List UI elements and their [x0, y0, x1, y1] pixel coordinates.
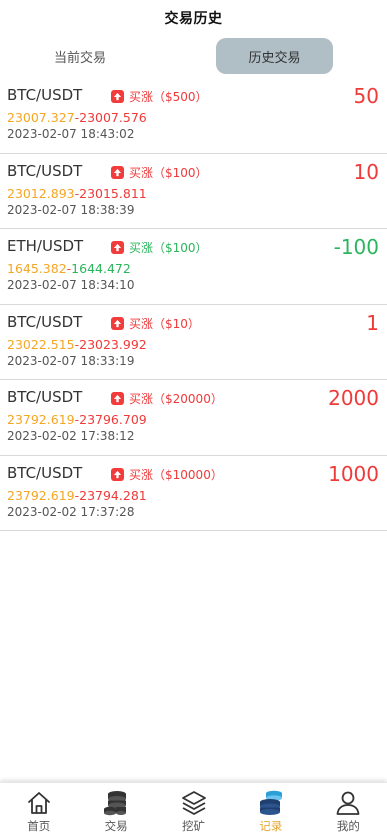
open-price: 23792.619 [7, 487, 75, 503]
page-title: 交易历史 [164, 11, 223, 27]
stake-label: （$100） [153, 241, 208, 255]
trade-row[interactable]: BTC/USDT 买涨 （$500） 50 23007.327-23007.576… [0, 78, 387, 154]
nav-label: 我的 [336, 819, 360, 833]
trade-time: 2023-02-07 18:43:02 [7, 127, 135, 141]
nav-label: 交易 [104, 819, 128, 833]
close-price: 23796.709 [79, 412, 147, 427]
up-arrow-icon [111, 90, 124, 103]
nav-mining[interactable]: 挖矿 [155, 783, 232, 837]
stake-label: （$10） [153, 316, 200, 331]
up-arrow-icon [111, 316, 124, 330]
trade-time: 2023-02-02 17:37:28 [7, 504, 135, 519]
records-icon [257, 789, 285, 817]
trade-row[interactable]: ETH/USDT 买涨 （$100） -100 1645.382-1644.472… [0, 229, 387, 305]
direction-badge: 买涨 （$20000） [111, 390, 223, 407]
direction-badge: 买涨 （$10） [111, 315, 200, 332]
direction-badge: 买涨 （$10000） [111, 466, 223, 483]
price-range: 23007.327-23007.576 [7, 110, 147, 125]
trade-time: 2023-02-02 17:38:12 [7, 429, 135, 443]
close-price: 23023.992 [79, 336, 147, 352]
price-range: 23792.619-23794.281 [7, 488, 147, 503]
trade-row[interactable]: BTC/USDT 买涨 （$10000） 1000 23792.619-23794… [0, 456, 387, 531]
direction-badge: 买涨 （$500） [111, 88, 208, 105]
profit-amount: 2000 [328, 386, 379, 410]
up-arrow-icon [111, 165, 124, 179]
stake-label: （$100） [153, 165, 208, 180]
open-price: 23022.515 [7, 336, 75, 352]
bottom-nav: 首页 交易 挖矿 记录 我的 [0, 782, 387, 837]
trade-time: 2023-02-07 18:34:10 [7, 278, 135, 292]
trade-pair: BTC/USDT [7, 463, 83, 482]
open-price: 23007.327 [7, 110, 75, 125]
up-arrow-icon [111, 392, 124, 405]
stake-label: （$10000） [153, 467, 223, 482]
price-range: 23022.515-23023.992 [7, 337, 147, 352]
close-price: 23007.576 [79, 110, 147, 125]
profit-amount: 10 [353, 159, 379, 184]
coins-icon [102, 789, 130, 817]
stake-label: （$20000） [153, 392, 223, 406]
open-price: 23012.893 [7, 185, 75, 201]
trade-pair: BTC/USDT [7, 388, 83, 406]
nav-label: 首页 [27, 819, 51, 833]
page-header: 交易历史 [0, 0, 387, 36]
direction-badge: 买涨 （$100） [111, 164, 208, 181]
nav-records[interactable]: 记录 [232, 783, 309, 837]
close-price: 23015.811 [79, 185, 147, 201]
tab-bar: 当前交易 历史交易 [0, 36, 387, 76]
up-arrow-icon [111, 467, 124, 481]
trade-pair: BTC/USDT [7, 312, 83, 331]
trade-pair: ETH/USDT [7, 237, 84, 255]
tab-history-trades[interactable]: 历史交易 [216, 38, 333, 74]
close-price: 1644.472 [71, 261, 131, 276]
open-price: 1645.382 [7, 261, 67, 276]
trade-list: BTC/USDT 买涨 （$500） 50 23007.327-23007.576… [0, 78, 387, 531]
trade-row[interactable]: BTC/USDT 买涨 （$10） 1 23022.515-23023.992 2… [0, 305, 387, 380]
profit-amount: -100 [333, 235, 379, 259]
home-icon [26, 789, 52, 817]
direction-label: 买涨 [129, 165, 154, 180]
price-range: 23012.893-23015.811 [7, 186, 147, 201]
trade-row[interactable]: BTC/USDT 买涨 （$20000） 2000 23792.619-23796… [0, 380, 387, 456]
up-arrow-icon [111, 241, 124, 254]
direction-label: 买涨 [129, 241, 154, 255]
trade-time: 2023-02-07 18:33:19 [7, 353, 135, 368]
profit-amount: 1 [366, 310, 379, 335]
layers-icon [180, 789, 208, 817]
direction-label: 买涨 [129, 467, 154, 482]
trade-pair: BTC/USDT [7, 86, 83, 104]
nav-label: 挖矿 [182, 819, 206, 833]
direction-label: 买涨 [129, 90, 154, 104]
nav-trade[interactable]: 交易 [77, 783, 154, 837]
tab-current-trades[interactable]: 当前交易 [30, 38, 130, 74]
direction-label: 买涨 [129, 392, 154, 406]
open-price: 23792.619 [7, 412, 75, 427]
trade-time: 2023-02-07 18:38:39 [7, 202, 135, 217]
direction-label: 买涨 [129, 316, 154, 331]
nav-profile[interactable]: 我的 [310, 783, 387, 837]
price-range: 23792.619-23796.709 [7, 412, 147, 427]
trade-row[interactable]: BTC/USDT 买涨 （$100） 10 23012.893-23015.811… [0, 154, 387, 229]
profit-amount: 1000 [328, 461, 379, 486]
nav-label: 记录 [259, 819, 283, 833]
close-price: 23794.281 [79, 487, 147, 503]
direction-badge: 买涨 （$100） [111, 239, 208, 256]
profit-amount: 50 [353, 84, 379, 108]
price-range: 1645.382-1644.472 [7, 261, 131, 276]
nav-home[interactable]: 首页 [0, 783, 77, 837]
stake-label: （$500） [153, 90, 208, 104]
user-icon [335, 789, 361, 817]
trade-pair: BTC/USDT [7, 161, 83, 180]
